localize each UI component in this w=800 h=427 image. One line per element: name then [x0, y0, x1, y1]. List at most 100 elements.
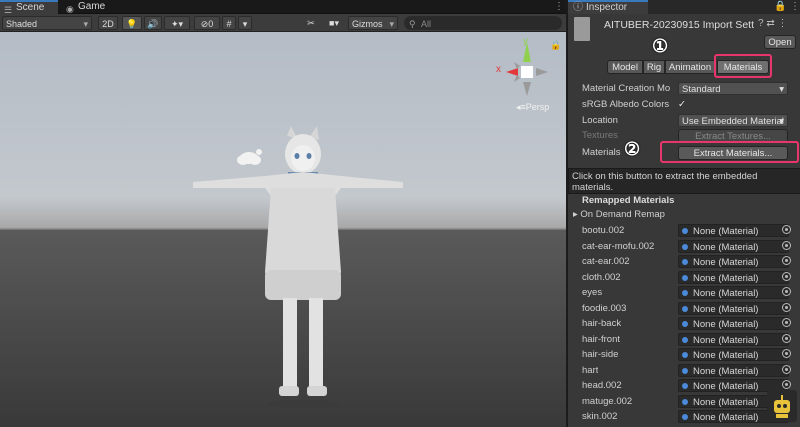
material-icon	[682, 243, 688, 250]
object-picker-icon[interactable]	[782, 302, 791, 312]
axis-x-label: x	[496, 64, 501, 75]
location-value: Use Embedded Material	[682, 116, 784, 127]
lock-icon[interactable]: 🔒	[550, 40, 561, 51]
camera-dropdown[interactable]: ■▾	[322, 16, 346, 30]
material-name: matuge.002	[582, 395, 633, 407]
creation-mode-row: Material Creation Mo Standard ▾	[568, 81, 800, 96]
creation-mode-dropdown[interactable]: Standard ▾	[678, 82, 788, 95]
material-name: head.002	[582, 380, 622, 391]
preset-icon[interactable]: ⇄	[766, 18, 774, 29]
hidden-count: 0	[208, 19, 214, 29]
persp-text: Persp	[525, 102, 550, 112]
material-icon	[682, 228, 688, 234]
material-object-field[interactable]: None (Material)	[678, 224, 789, 237]
object-picker-icon[interactable]	[782, 225, 791, 234]
material-icon	[682, 414, 688, 420]
header-icons[interactable]: ? ⇄ ⋮	[758, 18, 788, 29]
tab-scene[interactable]: ☰ Scene	[0, 0, 58, 15]
material-object-field[interactable]: None (Material)	[678, 348, 789, 361]
material-name: foodie.003	[582, 302, 627, 314]
material-object-field[interactable]: None (Material)	[678, 301, 789, 315]
material-icon	[682, 290, 688, 296]
character-model[interactable]	[185, 122, 405, 422]
object-picker-icon[interactable]	[782, 333, 791, 343]
material-row: foodie.003 None (Material)	[568, 301, 800, 316]
robot-logo	[767, 390, 797, 422]
scene-viewport[interactable]: y x 🔒 ◂≡Persp	[0, 32, 566, 427]
material-row: hart None (Material)	[568, 363, 800, 378]
scene-toolbar: Shaded ▾ 2D 💡 🔊 ✦▾ ⊘0 # ▾ ✂ ■▾ Gizmos ▾ …	[0, 14, 566, 32]
tab-rig[interactable]: Rig	[643, 60, 665, 74]
gizmos-dropdown[interactable]: Gizmos ▾	[348, 16, 398, 30]
scene-panel: ☰ Scene ◉ Game ⋮ Shaded ▾ 2D 💡 🔊 ✦▾ ⊘0 #…	[0, 0, 566, 427]
object-picker-icon[interactable]	[782, 380, 791, 389]
tab-game[interactable]: ◉ Game	[62, 0, 122, 14]
inspector-panel: ⓘ Inspector 🔒 ⋮ AITUBER-20230915 Import …	[567, 0, 800, 427]
projection-label[interactable]: ◂≡Persp	[516, 102, 549, 113]
materials-tab-highlight	[714, 54, 772, 78]
material-row: cloth.002 None (Material)	[568, 270, 800, 285]
material-row: bootu.002 None (Material)	[568, 223, 800, 238]
material-object-field[interactable]: None (Material)	[678, 239, 789, 253]
material-name: hair-front	[582, 333, 621, 345]
location-row: Location Use Embedded Material ▾	[568, 113, 800, 128]
material-value: None (Material)	[693, 303, 759, 315]
axis-y-label: y	[523, 36, 528, 47]
material-name: hair-side	[582, 349, 619, 360]
material-object-field[interactable]: None (Material)	[678, 255, 789, 268]
asset-title: AITUBER-20230915 Import Setti	[604, 19, 754, 31]
step-badge-two: ②	[624, 139, 641, 159]
more-options-icon[interactable]: ⋮	[554, 1, 564, 12]
material-icon	[682, 305, 688, 312]
location-label: Location	[582, 115, 618, 126]
object-picker-icon[interactable]	[782, 271, 791, 281]
srgb-checkbox[interactable]: ✓	[678, 97, 686, 112]
material-icon	[682, 274, 688, 281]
more-options-icon[interactable]: ⋮	[778, 18, 788, 29]
lock-icon[interactable]: 🔒	[774, 1, 786, 12]
grid-toggle[interactable]: #	[222, 16, 236, 30]
object-picker-icon[interactable]	[782, 240, 791, 250]
tab-inspector-label: Inspector	[586, 2, 628, 13]
on-demand-foldout[interactable]: ▸ On Demand Remap	[573, 209, 665, 220]
object-picker-icon[interactable]	[782, 318, 791, 327]
effects-dropdown[interactable]: ✦▾	[164, 16, 190, 30]
material-name: eyes	[582, 287, 603, 298]
material-icon	[682, 259, 688, 265]
help-icon[interactable]: ?	[758, 18, 764, 29]
open-button[interactable]: Open	[764, 35, 796, 49]
audio-toggle[interactable]: 🔊	[144, 16, 162, 30]
material-row: hair-front None (Material)	[568, 332, 800, 347]
material-object-field[interactable]: None (Material)	[678, 317, 789, 330]
remapped-title: Remapped Materials	[582, 195, 675, 206]
object-picker-icon[interactable]	[782, 256, 791, 265]
textures-label: Textures	[582, 130, 618, 141]
scene-search-input[interactable]: ⚲ All	[404, 16, 562, 30]
tools-icon[interactable]: ✂	[302, 16, 320, 30]
object-picker-icon[interactable]	[782, 287, 791, 296]
material-object-field[interactable]: None (Material)	[678, 332, 789, 346]
mode-2d-toggle[interactable]: 2D	[98, 16, 118, 30]
more-options-icon[interactable]: ⋮	[790, 1, 800, 12]
object-picker-icon[interactable]	[782, 364, 791, 374]
material-name: cloth.002	[582, 271, 621, 283]
lighting-toggle[interactable]: 💡	[122, 16, 142, 30]
shading-mode-dropdown[interactable]: Shaded ▾	[2, 16, 92, 30]
chevron-down-icon: ▾	[83, 19, 88, 29]
material-icon	[682, 336, 688, 343]
tab-model[interactable]: Model	[607, 60, 643, 74]
material-object-field[interactable]: None (Material)	[678, 286, 789, 299]
material-name: bootu.002	[582, 225, 625, 236]
shading-mode-value: Shaded	[6, 19, 38, 29]
tab-inspector[interactable]: ⓘ Inspector	[568, 0, 648, 14]
hidden-objects-toggle[interactable]: ⊘0	[194, 16, 220, 30]
tab-animation[interactable]: Animation	[665, 60, 715, 74]
material-value: None (Material)	[693, 381, 759, 392]
material-row: skin.002 None (Material)	[568, 409, 800, 424]
location-dropdown[interactable]: Use Embedded Material ▾	[678, 114, 788, 127]
material-name: cat-ear.002	[582, 256, 630, 267]
grid-dropdown[interactable]: ▾	[238, 16, 252, 30]
material-object-field[interactable]: None (Material)	[678, 363, 789, 377]
object-picker-icon[interactable]	[782, 349, 791, 358]
material-object-field[interactable]: None (Material)	[678, 270, 789, 284]
